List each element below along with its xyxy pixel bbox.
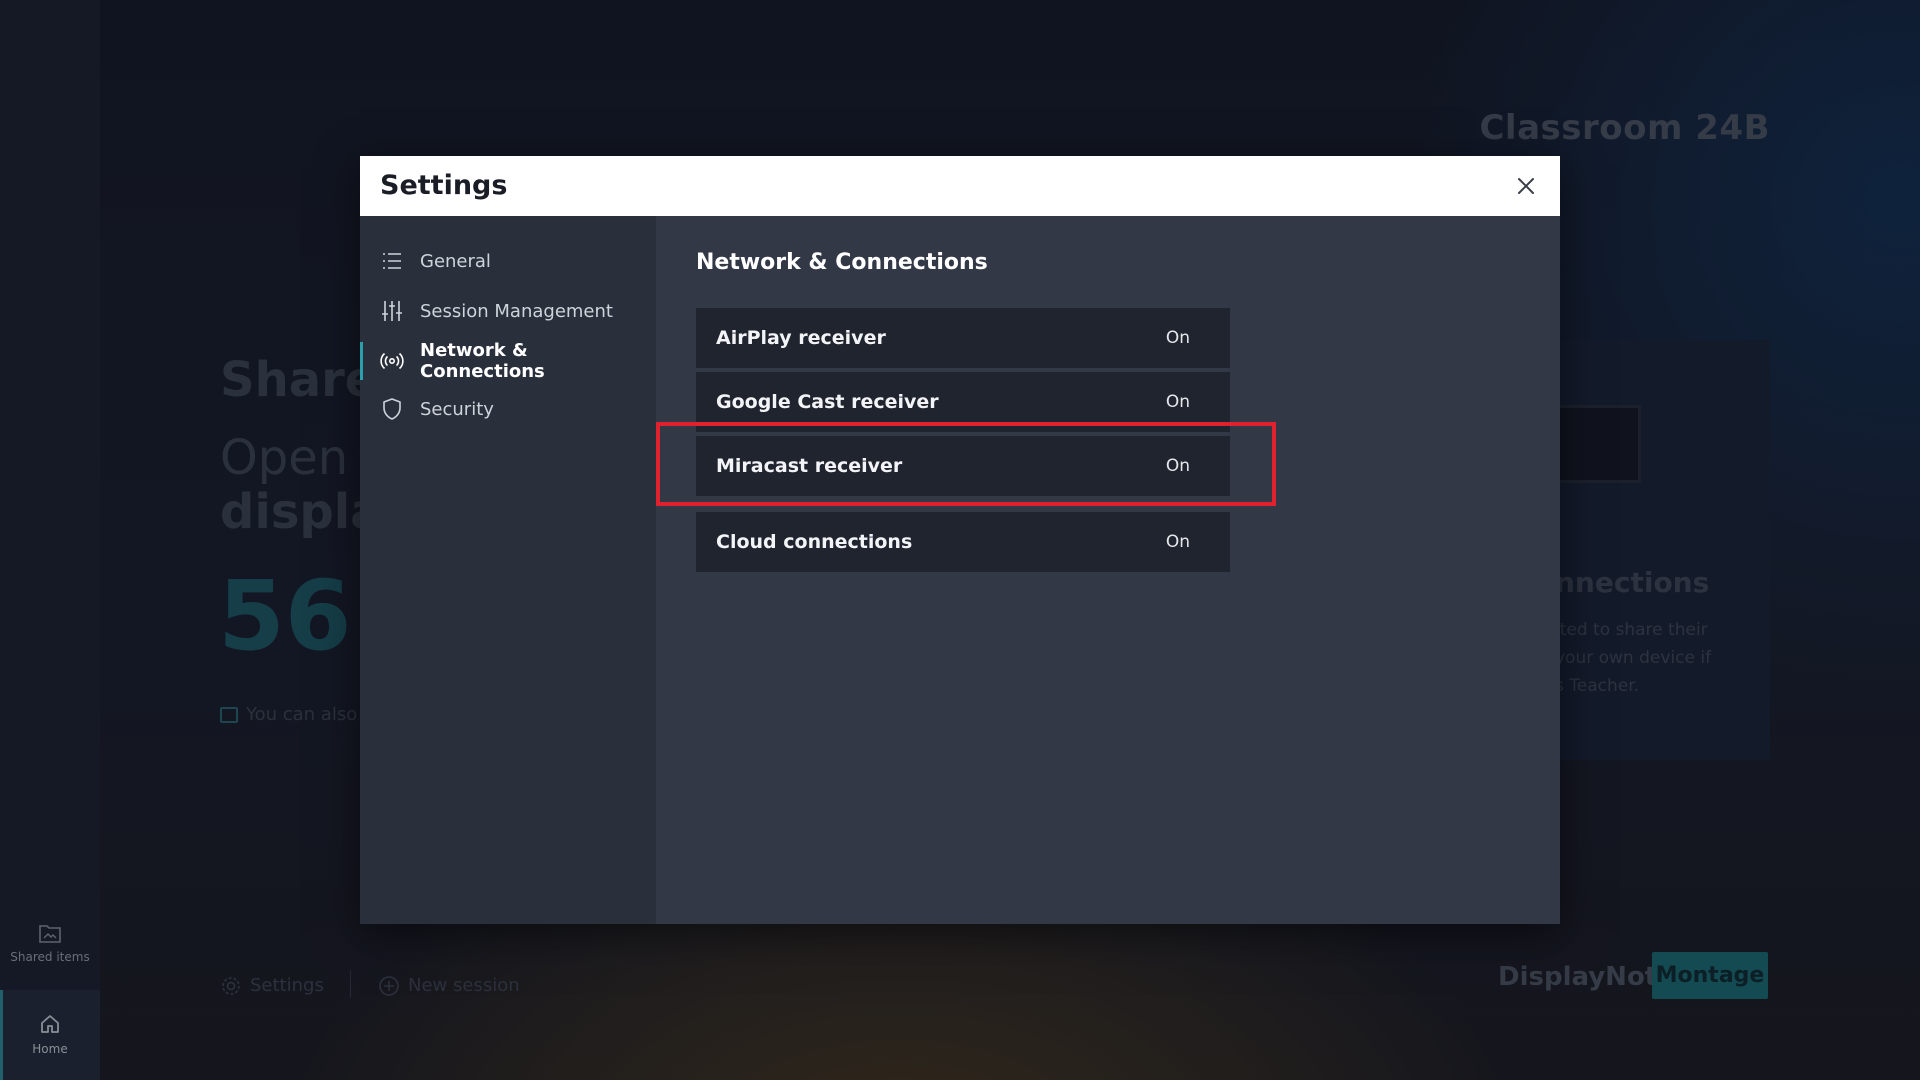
nav-item-label: Network & Connections [420, 340, 545, 382]
shield-icon [380, 397, 404, 421]
dialog-title: Settings [380, 170, 508, 201]
dialog-header: Settings [360, 156, 1560, 216]
setting-row-airplay[interactable]: AirPlay receiver On [696, 308, 1230, 368]
nav-item-label: Session Management [420, 300, 613, 322]
section-title: Network & Connections [696, 250, 988, 275]
close-button[interactable] [1512, 172, 1540, 200]
nav-item-security[interactable]: Security [360, 386, 656, 432]
setting-value: On [1165, 392, 1190, 412]
broadcast-icon [380, 349, 404, 373]
setting-value: On [1165, 532, 1190, 552]
settings-sidebar: General Session Management Network & Con… [360, 216, 656, 924]
setting-label: Cloud connections [716, 531, 913, 553]
list-icon [380, 249, 404, 273]
setting-row-cloud-connections[interactable]: Cloud connections On [696, 512, 1230, 572]
nav-item-session-management[interactable]: Session Management [360, 288, 656, 334]
setting-label: AirPlay receiver [716, 327, 886, 349]
nav-item-general[interactable]: General [360, 238, 656, 284]
setting-value: On [1165, 328, 1190, 348]
settings-dialog: Settings General Session Management Netw… [360, 156, 1560, 924]
close-icon [1518, 178, 1534, 194]
setting-row-miracast[interactable]: Miracast receiver On [696, 436, 1230, 496]
setting-label: Google Cast receiver [716, 391, 939, 413]
setting-row-google-cast[interactable]: Google Cast receiver On [696, 372, 1230, 432]
nav-item-network-connections[interactable]: Network & Connections [360, 338, 656, 384]
nav-item-label: General [420, 250, 491, 272]
setting-label: Miracast receiver [716, 455, 903, 477]
sliders-icon [380, 299, 404, 323]
nav-item-label: Security [420, 398, 494, 420]
setting-value: On [1165, 456, 1190, 476]
settings-content: Network & Connections AirPlay receiver O… [656, 216, 1560, 924]
